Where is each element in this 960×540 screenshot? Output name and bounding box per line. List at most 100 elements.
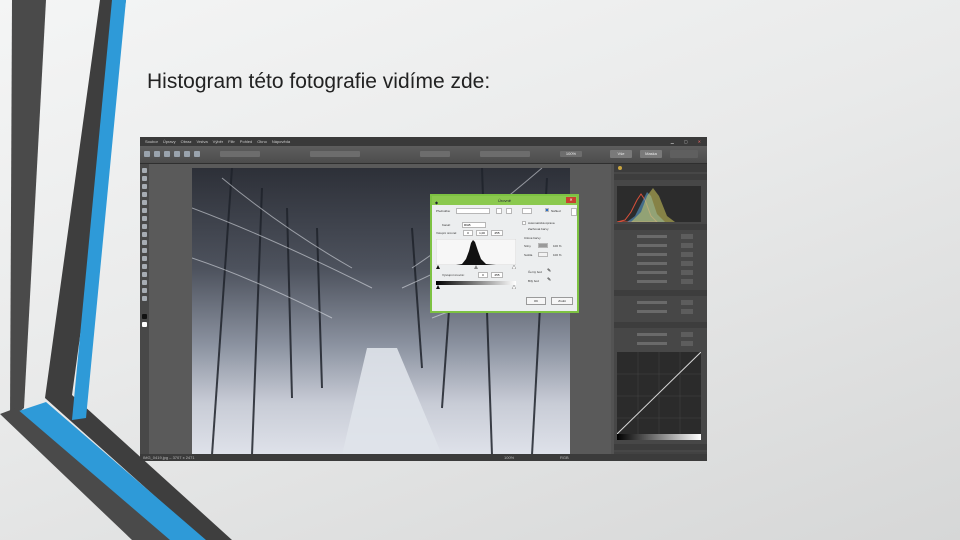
- preset-options-icon[interactable]: [496, 208, 502, 214]
- property-value-field[interactable]: [681, 261, 693, 266]
- property-value-field[interactable]: [681, 300, 693, 305]
- save-icon[interactable]: [174, 151, 180, 157]
- pen-tool-icon[interactable]: [142, 264, 147, 269]
- property-row: [617, 309, 701, 315]
- white-point-eyedropper-icon[interactable]: ✎: [547, 277, 551, 283]
- property-value-field[interactable]: [681, 279, 693, 284]
- highlights-swatch[interactable]: [538, 252, 548, 257]
- dialog-close-icon[interactable]: ✕: [566, 197, 576, 203]
- curves-header[interactable]: [614, 322, 707, 328]
- blur-tool-icon[interactable]: [142, 248, 147, 253]
- menu-item-view[interactable]: Pohled: [240, 139, 252, 144]
- crop-tool-icon[interactable]: [142, 192, 147, 197]
- mask-button[interactable]: Maska: [640, 150, 662, 158]
- shape-tool-icon[interactable]: [142, 280, 147, 285]
- feather-field[interactable]: [220, 151, 260, 157]
- eraser-tool-icon[interactable]: [142, 232, 147, 237]
- property-row: [617, 279, 701, 285]
- brush-icon[interactable]: [184, 151, 190, 157]
- highlights-percent: 100 %: [553, 253, 562, 257]
- preview-checkbox[interactable]: [545, 208, 549, 212]
- menu-item-edit[interactable]: Úpravy: [163, 139, 176, 144]
- status-zoom: 100%: [504, 455, 515, 460]
- dodge-tool-icon[interactable]: [142, 256, 147, 261]
- input-white-field[interactable]: 255: [491, 230, 503, 236]
- zoom-tool-icon[interactable]: [142, 296, 147, 301]
- menu-item-window[interactable]: Okno: [257, 139, 267, 144]
- panel-tab-icon[interactable]: [618, 166, 622, 170]
- hand-tool-icon[interactable]: [142, 288, 147, 293]
- input-sliders[interactable]: [436, 265, 516, 269]
- input-gamma-field[interactable]: 1,00: [476, 230, 488, 236]
- background-color-icon[interactable]: [142, 322, 147, 327]
- output-white-field[interactable]: 255: [491, 272, 503, 278]
- menu-item-file[interactable]: Soubor: [145, 139, 158, 144]
- output-sliders[interactable]: [436, 285, 516, 289]
- brush-tool-icon[interactable]: [142, 216, 147, 221]
- open-icon[interactable]: [164, 151, 170, 157]
- dialog-side-icon[interactable]: [571, 208, 577, 216]
- output-black-field[interactable]: 0: [478, 272, 488, 278]
- shadows-percent: 100 %: [553, 244, 562, 248]
- dialog-title-bar: ◆ Úrovně ✕: [432, 196, 577, 205]
- minimize-icon[interactable]: ▁: [671, 139, 674, 144]
- slide-title: Histogram této fotografie vidíme zde:: [147, 70, 491, 93]
- property-row: [617, 300, 701, 306]
- menu-item-image[interactable]: Obraz: [181, 139, 192, 144]
- marquee-tool-icon[interactable]: [142, 176, 147, 181]
- style-field[interactable]: [310, 151, 360, 157]
- text-tool-icon[interactable]: [142, 272, 147, 277]
- lasso-tool-icon[interactable]: [142, 184, 147, 189]
- stamp-tool-icon[interactable]: [142, 224, 147, 229]
- layers-header[interactable]: [614, 290, 707, 296]
- input-black-field[interactable]: 0: [463, 230, 473, 236]
- property-value-field[interactable]: [681, 234, 693, 239]
- panel-footer[interactable]: [614, 444, 707, 450]
- move-tool-icon[interactable]: [142, 168, 147, 173]
- histogram-options-icon[interactable]: [506, 208, 512, 214]
- auto-adjust-checkbox[interactable]: [522, 221, 526, 225]
- menu-item-select[interactable]: Výběr: [213, 139, 223, 144]
- property-value-field[interactable]: [681, 341, 693, 346]
- histogram-green-channel: [631, 188, 675, 222]
- tool-preset-icon[interactable]: [144, 151, 150, 157]
- preset-select[interactable]: [456, 208, 490, 214]
- cancel-button[interactable]: Zrušit: [551, 297, 573, 305]
- heal-tool-icon[interactable]: [142, 208, 147, 213]
- property-value-field[interactable]: [681, 309, 693, 314]
- mode-select[interactable]: [480, 151, 530, 157]
- property-row: [617, 341, 701, 347]
- maximize-icon[interactable]: ▢: [684, 139, 688, 144]
- channel-select[interactable]: RGB: [462, 222, 486, 228]
- channel-toggle[interactable]: [522, 208, 532, 214]
- menu-item-help[interactable]: Nápověda: [272, 139, 290, 144]
- zoom-field[interactable]: 100%: [560, 151, 582, 157]
- adjustments-header[interactable]: [614, 224, 707, 230]
- preset-label: Předvolba:: [436, 209, 451, 213]
- ok-button[interactable]: OK: [526, 297, 546, 305]
- shadows-swatch[interactable]: [538, 243, 548, 248]
- tools-panel: [140, 164, 149, 454]
- close-icon[interactable]: ✕: [698, 139, 701, 144]
- auto-adjust-label: Automatická úprava: [528, 221, 555, 225]
- histogram-panel-header[interactable]: [614, 174, 707, 180]
- black-point-eyedropper-icon[interactable]: ✎: [547, 268, 551, 274]
- property-value-field[interactable]: [681, 243, 693, 248]
- eyedropper-tool-icon[interactable]: [142, 200, 147, 205]
- workspace-button[interactable]: [670, 150, 698, 158]
- width-field[interactable]: [420, 151, 450, 157]
- property-value-field[interactable]: [681, 270, 693, 275]
- foreground-color-icon[interactable]: [142, 314, 147, 319]
- property-value-field[interactable]: [681, 332, 693, 337]
- mode-icon[interactable]: [194, 151, 200, 157]
- gradient-tool-icon[interactable]: [142, 240, 147, 245]
- status-file-info: IMG_0419.jpg – 3707 x 2471: [143, 455, 195, 460]
- property-value-field[interactable]: [681, 252, 693, 257]
- property-row: [617, 234, 701, 240]
- curves-graph[interactable]: [617, 352, 701, 440]
- menu-item-filter[interactable]: Filtr: [228, 139, 235, 144]
- select-all-button[interactable]: Vše: [610, 150, 632, 158]
- levels-dialog: ◆ Úrovně ✕ Předvolba: Náhled Kanál: RGB …: [430, 194, 579, 313]
- new-icon[interactable]: [154, 151, 160, 157]
- menu-item-layer[interactable]: Vrstva: [196, 139, 207, 144]
